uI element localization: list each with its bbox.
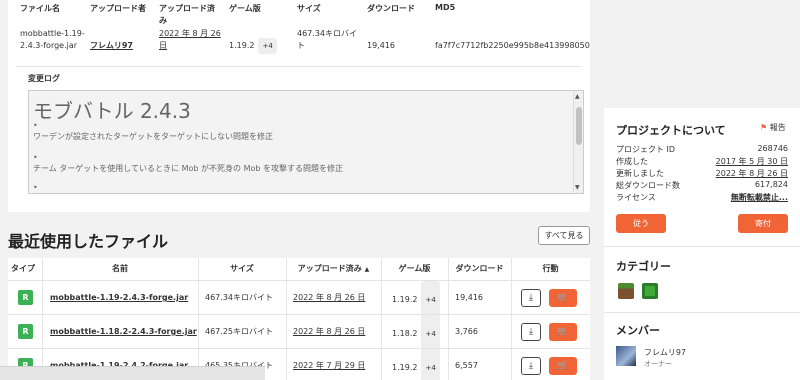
downloads-label: 総ダウンロード数 (616, 181, 680, 190)
header-size: サイズ (297, 4, 321, 13)
categories-title: カテゴリー (616, 260, 671, 273)
download-icon: ⤓ (529, 293, 533, 303)
column-downloads[interactable]: ダウンロード (448, 258, 511, 280)
cart-icon: 🛒 (557, 327, 569, 337)
release-badge: R (18, 290, 33, 305)
changelog-bullet: • (33, 121, 38, 130)
scroll-thumb[interactable] (576, 107, 582, 145)
column-name[interactable]: 名前 (42, 258, 198, 280)
sort-arrow-icon: ▲ (364, 266, 370, 273)
changelog-scrollbar[interactable]: ▲ ▼ (573, 91, 583, 193)
install-button[interactable]: 🛒 (549, 357, 577, 375)
updated-label: 更新しました (616, 169, 664, 178)
table-row: R mobbattle-1.19-2.4.3-forge.jar 467.34キ… (8, 280, 590, 319)
header-uploader: アップロード者 (90, 4, 146, 13)
report-link[interactable]: ⚑ 報告 (760, 122, 786, 133)
download-button[interactable]: ⤓ (521, 357, 541, 375)
download-icon: ⤓ (529, 361, 533, 371)
member-role: オーナー (644, 360, 672, 368)
divider (604, 246, 800, 247)
uploaded-date: 2022 年 8 月 26 日 (293, 327, 366, 336)
game-version: 1.19.2 +4 (229, 38, 277, 54)
download-button[interactable]: ⤓ (521, 323, 541, 341)
recent-files-table: タイプ 名前 サイズ アップロード済み ▲ ゲーム版 ダウンロード 行動 R m… (8, 258, 590, 380)
download-count: 3,766 (455, 327, 478, 336)
changelog-bullet: • (33, 183, 38, 192)
header-md5: MD5 (435, 3, 456, 12)
view-all-button[interactable]: すべて見る (538, 226, 590, 245)
members-title: メンバー (616, 324, 660, 337)
member-name[interactable]: フレムリ97 (644, 347, 686, 358)
column-size[interactable]: サイズ (198, 258, 286, 280)
md5-hash: fa7f7c7712fb2250e995b8e413998050 (435, 41, 590, 50)
more-versions-chip[interactable]: +4 (258, 38, 277, 54)
header-uploaded: アップロード済 (159, 4, 215, 13)
status-overlay (0, 366, 265, 380)
file-details-card: ファイル名 アップロード者 アップロード済 み ゲーム版 サイズ ダウンロード … (8, 0, 590, 212)
changelog-label: 変更ログ (28, 74, 60, 83)
changelog-line: ワーデンが設定されたターゲットをターゲットにしない問題を修正 (33, 132, 273, 141)
changelog-title: モブバトル 2.4.3 (33, 99, 191, 123)
uploader-link[interactable]: フレムリ97 (90, 40, 133, 52)
install-button[interactable]: 🛒 (549, 289, 577, 307)
download-count: 19,416 (455, 293, 483, 302)
download-button[interactable]: ⤓ (521, 289, 541, 307)
uploaded-date: 2022 年 8 月 26 日 (293, 293, 366, 302)
about-title: プロジェクトについて (616, 124, 726, 137)
flag-icon: ⚑ (760, 123, 768, 132)
grass-block-icon[interactable] (618, 283, 634, 299)
release-badge: R (18, 324, 33, 339)
changelog-bullet: • (33, 153, 38, 162)
column-game-version[interactable]: ゲーム版 (381, 258, 448, 280)
license-link[interactable]: 無断転載禁止... (731, 192, 788, 203)
download-count: 6,557 (455, 361, 478, 370)
header-downloads: ダウンロード (367, 4, 415, 13)
file-link[interactable]: mobbattle-1.18.2-2.4.3-forge.jar (50, 315, 197, 349)
created-label: 作成した (616, 157, 648, 166)
download-count: 19,416 (367, 41, 395, 50)
uploaded-date: 2022 年 7 月 29 日 (293, 361, 366, 370)
donate-button[interactable]: 寄付 (738, 214, 788, 233)
divider (16, 66, 582, 67)
avatar[interactable] (616, 346, 636, 366)
creeper-icon[interactable] (642, 283, 658, 299)
file-size: 467.25キロバイト (205, 327, 273, 336)
column-type[interactable]: タイプ (8, 258, 42, 280)
download-icon: ⤓ (529, 327, 533, 337)
column-uploaded[interactable]: アップロード済み ▲ (286, 258, 381, 280)
uploaded-date: 2022 年 8 月 26 日 (159, 29, 221, 50)
install-button[interactable]: 🛒 (549, 323, 577, 341)
column-actions: 行動 (542, 264, 559, 273)
project-id-value: 268746 (757, 144, 788, 153)
cart-icon: 🛒 (557, 361, 569, 371)
project-id-label: プロジェクト ID (616, 145, 676, 154)
changelog-line: チーム ターゲットを使用しているときに Mob が不死身の Mob を攻撃する問… (33, 164, 343, 173)
updated-value: 2022 年 8 月 26 日 (715, 169, 788, 178)
header-game-version: ゲーム版 (229, 4, 261, 13)
divider (604, 312, 800, 313)
cart-icon: 🛒 (557, 293, 569, 303)
downloads-value: 617,824 (754, 180, 788, 189)
scroll-down-icon[interactable]: ▼ (575, 184, 580, 191)
header-uploaded-line2: み (159, 16, 167, 25)
recent-files-title: 最近使用したファイル (8, 232, 169, 251)
file-link[interactable]: mobbattle-1.19-2.4.3-forge.jar (50, 281, 188, 315)
header-filename: ファイル名 (20, 4, 60, 13)
game-version: 1.19.2 +4 (392, 349, 440, 380)
table-row: R mobbattle-1.18.2-2.4.3-forge.jar 467.2… (8, 314, 590, 353)
file-name: mobbattle-1.19- 2.4.3-forge.jar (20, 29, 85, 50)
more-versions-chip[interactable]: +4 (421, 349, 440, 380)
file-size: 467.34キロバイト (205, 293, 273, 302)
license-label: ライセンス (616, 193, 656, 202)
file-size: 467.34キロバイ ト (297, 29, 357, 50)
changelog-textarea[interactable]: モブバトル 2.4.3 • ワーデンが設定されたターゲットをターゲットにしない問… (28, 90, 584, 194)
project-sidebar: プロジェクトについて ⚑ 報告 プロジェクト ID 268746 作成した 20… (604, 108, 800, 380)
scroll-up-icon[interactable]: ▲ (575, 93, 580, 100)
follow-button[interactable]: 従う (616, 214, 666, 233)
created-value: 2017 年 5 月 30 日 (715, 157, 788, 166)
